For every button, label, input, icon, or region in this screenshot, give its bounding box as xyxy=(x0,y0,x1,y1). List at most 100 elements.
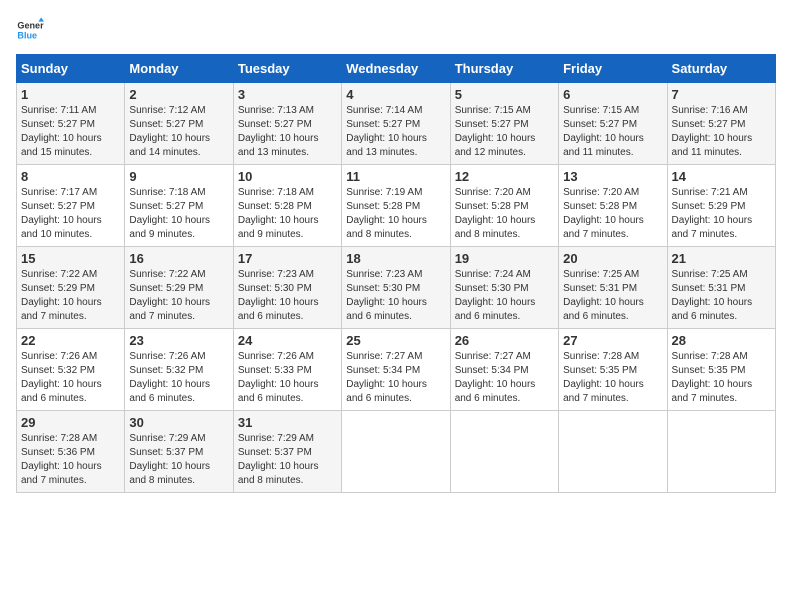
day-number: 14 xyxy=(672,169,771,184)
day-cell: 1 Sunrise: 7:11 AMSunset: 5:27 PMDayligh… xyxy=(17,83,125,165)
day-cell: 31 Sunrise: 7:29 AMSunset: 5:37 PMDaylig… xyxy=(233,411,341,493)
day-number: 3 xyxy=(238,87,337,102)
day-number: 26 xyxy=(455,333,554,348)
day-number: 11 xyxy=(346,169,445,184)
logo-icon: General Blue xyxy=(16,16,44,44)
day-detail: Sunrise: 7:27 AMSunset: 5:34 PMDaylight:… xyxy=(346,351,427,404)
day-cell: 26 Sunrise: 7:27 AMSunset: 5:34 PMDaylig… xyxy=(450,329,558,411)
week-row-3: 15 Sunrise: 7:22 AMSunset: 5:29 PMDaylig… xyxy=(17,247,776,329)
svg-text:Blue: Blue xyxy=(17,30,37,40)
week-row-1: 1 Sunrise: 7:11 AMSunset: 5:27 PMDayligh… xyxy=(17,83,776,165)
day-number: 10 xyxy=(238,169,337,184)
day-detail: Sunrise: 7:23 AMSunset: 5:30 PMDaylight:… xyxy=(238,269,319,322)
day-cell: 4 Sunrise: 7:14 AMSunset: 5:27 PMDayligh… xyxy=(342,83,450,165)
day-number: 15 xyxy=(21,251,120,266)
day-number: 1 xyxy=(21,87,120,102)
day-cell xyxy=(342,411,450,493)
day-number: 4 xyxy=(346,87,445,102)
col-header-monday: Monday xyxy=(125,55,233,83)
day-number: 25 xyxy=(346,333,445,348)
day-detail: Sunrise: 7:24 AMSunset: 5:30 PMDaylight:… xyxy=(455,269,536,322)
day-detail: Sunrise: 7:28 AMSunset: 5:36 PMDaylight:… xyxy=(21,433,102,486)
day-cell: 14 Sunrise: 7:21 AMSunset: 5:29 PMDaylig… xyxy=(667,165,775,247)
day-cell xyxy=(559,411,667,493)
day-number: 23 xyxy=(129,333,228,348)
day-cell: 29 Sunrise: 7:28 AMSunset: 5:36 PMDaylig… xyxy=(17,411,125,493)
col-header-saturday: Saturday xyxy=(667,55,775,83)
day-number: 29 xyxy=(21,415,120,430)
day-number: 28 xyxy=(672,333,771,348)
day-detail: Sunrise: 7:11 AMSunset: 5:27 PMDaylight:… xyxy=(21,105,102,158)
day-detail: Sunrise: 7:13 AMSunset: 5:27 PMDaylight:… xyxy=(238,105,319,158)
day-detail: Sunrise: 7:29 AMSunset: 5:37 PMDaylight:… xyxy=(129,433,210,486)
day-cell: 5 Sunrise: 7:15 AMSunset: 5:27 PMDayligh… xyxy=(450,83,558,165)
day-cell: 21 Sunrise: 7:25 AMSunset: 5:31 PMDaylig… xyxy=(667,247,775,329)
day-cell: 19 Sunrise: 7:24 AMSunset: 5:30 PMDaylig… xyxy=(450,247,558,329)
day-cell: 10 Sunrise: 7:18 AMSunset: 5:28 PMDaylig… xyxy=(233,165,341,247)
col-header-thursday: Thursday xyxy=(450,55,558,83)
day-number: 9 xyxy=(129,169,228,184)
day-cell: 7 Sunrise: 7:16 AMSunset: 5:27 PMDayligh… xyxy=(667,83,775,165)
day-detail: Sunrise: 7:28 AMSunset: 5:35 PMDaylight:… xyxy=(672,351,753,404)
day-cell: 22 Sunrise: 7:26 AMSunset: 5:32 PMDaylig… xyxy=(17,329,125,411)
day-cell: 17 Sunrise: 7:23 AMSunset: 5:30 PMDaylig… xyxy=(233,247,341,329)
day-detail: Sunrise: 7:26 AMSunset: 5:32 PMDaylight:… xyxy=(129,351,210,404)
col-header-wednesday: Wednesday xyxy=(342,55,450,83)
day-detail: Sunrise: 7:12 AMSunset: 5:27 PMDaylight:… xyxy=(129,105,210,158)
day-detail: Sunrise: 7:18 AMSunset: 5:27 PMDaylight:… xyxy=(129,187,210,240)
day-cell: 15 Sunrise: 7:22 AMSunset: 5:29 PMDaylig… xyxy=(17,247,125,329)
day-number: 24 xyxy=(238,333,337,348)
day-cell: 12 Sunrise: 7:20 AMSunset: 5:28 PMDaylig… xyxy=(450,165,558,247)
day-cell: 18 Sunrise: 7:23 AMSunset: 5:30 PMDaylig… xyxy=(342,247,450,329)
col-header-sunday: Sunday xyxy=(17,55,125,83)
day-detail: Sunrise: 7:22 AMSunset: 5:29 PMDaylight:… xyxy=(129,269,210,322)
day-cell xyxy=(667,411,775,493)
day-number: 22 xyxy=(21,333,120,348)
day-number: 6 xyxy=(563,87,662,102)
day-detail: Sunrise: 7:27 AMSunset: 5:34 PMDaylight:… xyxy=(455,351,536,404)
day-detail: Sunrise: 7:21 AMSunset: 5:29 PMDaylight:… xyxy=(672,187,753,240)
day-number: 17 xyxy=(238,251,337,266)
day-number: 21 xyxy=(672,251,771,266)
day-number: 31 xyxy=(238,415,337,430)
day-number: 13 xyxy=(563,169,662,184)
day-cell: 27 Sunrise: 7:28 AMSunset: 5:35 PMDaylig… xyxy=(559,329,667,411)
day-cell: 6 Sunrise: 7:15 AMSunset: 5:27 PMDayligh… xyxy=(559,83,667,165)
day-number: 2 xyxy=(129,87,228,102)
day-cell: 3 Sunrise: 7:13 AMSunset: 5:27 PMDayligh… xyxy=(233,83,341,165)
day-cell: 13 Sunrise: 7:20 AMSunset: 5:28 PMDaylig… xyxy=(559,165,667,247)
day-cell: 11 Sunrise: 7:19 AMSunset: 5:28 PMDaylig… xyxy=(342,165,450,247)
logo: General Blue xyxy=(16,16,44,44)
week-row-2: 8 Sunrise: 7:17 AMSunset: 5:27 PMDayligh… xyxy=(17,165,776,247)
day-cell: 20 Sunrise: 7:25 AMSunset: 5:31 PMDaylig… xyxy=(559,247,667,329)
day-cell: 2 Sunrise: 7:12 AMSunset: 5:27 PMDayligh… xyxy=(125,83,233,165)
day-detail: Sunrise: 7:23 AMSunset: 5:30 PMDaylight:… xyxy=(346,269,427,322)
day-cell: 9 Sunrise: 7:18 AMSunset: 5:27 PMDayligh… xyxy=(125,165,233,247)
col-header-tuesday: Tuesday xyxy=(233,55,341,83)
day-number: 5 xyxy=(455,87,554,102)
day-cell: 23 Sunrise: 7:26 AMSunset: 5:32 PMDaylig… xyxy=(125,329,233,411)
day-cell: 24 Sunrise: 7:26 AMSunset: 5:33 PMDaylig… xyxy=(233,329,341,411)
day-detail: Sunrise: 7:19 AMSunset: 5:28 PMDaylight:… xyxy=(346,187,427,240)
day-cell: 25 Sunrise: 7:27 AMSunset: 5:34 PMDaylig… xyxy=(342,329,450,411)
day-detail: Sunrise: 7:22 AMSunset: 5:29 PMDaylight:… xyxy=(21,269,102,322)
svg-text:General: General xyxy=(17,21,44,31)
day-number: 16 xyxy=(129,251,228,266)
day-detail: Sunrise: 7:26 AMSunset: 5:32 PMDaylight:… xyxy=(21,351,102,404)
day-cell: 8 Sunrise: 7:17 AMSunset: 5:27 PMDayligh… xyxy=(17,165,125,247)
day-detail: Sunrise: 7:15 AMSunset: 5:27 PMDaylight:… xyxy=(563,105,644,158)
day-cell: 30 Sunrise: 7:29 AMSunset: 5:37 PMDaylig… xyxy=(125,411,233,493)
day-detail: Sunrise: 7:20 AMSunset: 5:28 PMDaylight:… xyxy=(563,187,644,240)
day-number: 7 xyxy=(672,87,771,102)
day-detail: Sunrise: 7:26 AMSunset: 5:33 PMDaylight:… xyxy=(238,351,319,404)
day-detail: Sunrise: 7:28 AMSunset: 5:35 PMDaylight:… xyxy=(563,351,644,404)
col-header-friday: Friday xyxy=(559,55,667,83)
day-detail: Sunrise: 7:18 AMSunset: 5:28 PMDaylight:… xyxy=(238,187,319,240)
day-number: 19 xyxy=(455,251,554,266)
day-detail: Sunrise: 7:25 AMSunset: 5:31 PMDaylight:… xyxy=(563,269,644,322)
week-row-5: 29 Sunrise: 7:28 AMSunset: 5:36 PMDaylig… xyxy=(17,411,776,493)
day-detail: Sunrise: 7:20 AMSunset: 5:28 PMDaylight:… xyxy=(455,187,536,240)
day-detail: Sunrise: 7:15 AMSunset: 5:27 PMDaylight:… xyxy=(455,105,536,158)
day-detail: Sunrise: 7:25 AMSunset: 5:31 PMDaylight:… xyxy=(672,269,753,322)
day-detail: Sunrise: 7:17 AMSunset: 5:27 PMDaylight:… xyxy=(21,187,102,240)
